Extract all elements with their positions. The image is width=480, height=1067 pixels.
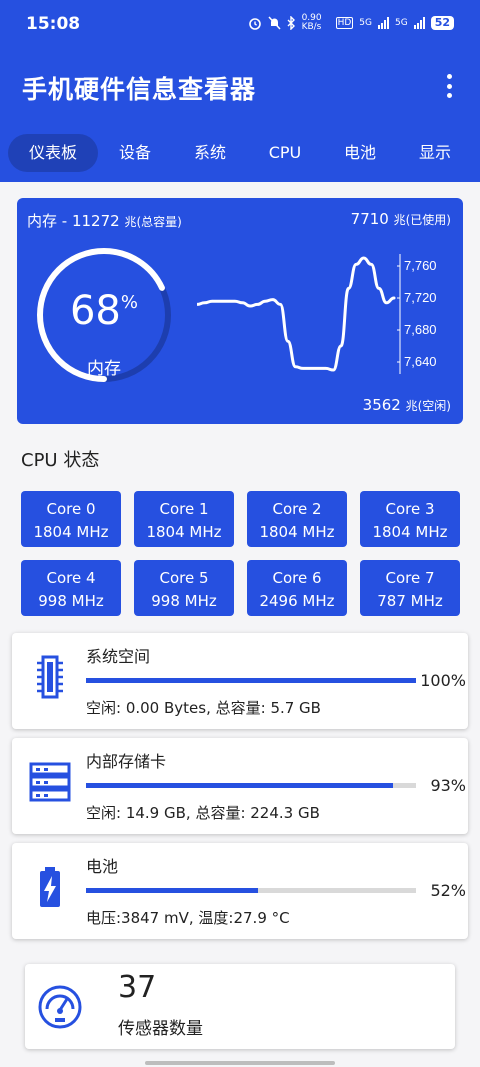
alarm-icon — [248, 18, 261, 30]
net-speed: 0.90 KB/s — [301, 13, 322, 32]
tab-dashboard[interactable]: 仪表板 — [8, 134, 98, 172]
tab-bar: 仪表板 设备 系统 CPU 电池 显示 — [0, 124, 480, 182]
mute-bell-icon — [268, 16, 281, 30]
memory-chart-tick-label: 7,680 — [404, 322, 437, 337]
battery-card[interactable]: 电池 52% 电压:3847 mV, 温度:27.9 °C — [12, 843, 468, 939]
tab-battery[interactable]: 电池 — [330, 134, 390, 172]
sensor-count-label: 传感器数量 — [118, 1019, 203, 1039]
more-options-icon[interactable] — [438, 72, 460, 100]
battery-charging-icon — [40, 867, 60, 907]
cpu-status-title: CPU 状态 — [21, 450, 100, 471]
ram-chip-icon — [37, 655, 63, 699]
memory-chart-tick-label: 7,640 — [404, 354, 437, 369]
memory-chart-tick-label: 7,760 — [404, 258, 437, 273]
app-bar: 手机硬件信息查看器 — [0, 48, 480, 124]
hd-badge: HD — [335, 17, 354, 29]
status-bar: 15:08 0.90 KB/s HD 5G 5G 52 — [0, 0, 480, 48]
cpu-core-5[interactable]: Core 5 998 MHz — [134, 560, 234, 616]
storage-detail: 空闲: 14.9 GB, 总容量: 224.3 GB — [86, 804, 320, 822]
home-indicator[interactable] — [145, 1061, 335, 1065]
cpu-core-3[interactable]: Core 3 1804 MHz — [360, 491, 460, 547]
storage-detail: 电压:3847 mV, 温度:27.9 °C — [86, 909, 290, 927]
cpu-core-7[interactable]: Core 7 787 MHz — [360, 560, 460, 616]
app-title: 手机硬件信息查看器 — [22, 75, 257, 104]
storage-detail: 空闲: 0.00 Bytes, 总容量: 5.7 GB — [86, 699, 321, 717]
memory-used: 7710 兆(已使用) — [350, 210, 451, 228]
storage-percent: 93% — [430, 776, 466, 795]
bluetooth-icon — [287, 16, 295, 30]
memory-usage-chart: 7,760 7,720 7,680 7,640 — [197, 254, 437, 374]
memory-card[interactable]: 内存 - 11272 兆(总容量) 7710 兆(已使用) 68% 内存 7,7… — [17, 198, 463, 424]
storage-name: 内部存储卡 — [86, 752, 167, 771]
status-icons: 0.90 KB/s HD 5G 5G 52 — [248, 14, 454, 32]
memory-chart-tick-label: 7,720 — [404, 290, 437, 305]
battery-icon: 52 — [430, 16, 454, 30]
memory-total: 内存 - 11272 兆(总容量) — [27, 212, 182, 230]
signal-icon — [377, 17, 389, 29]
cpu-core-2[interactable]: Core 2 1804 MHz — [247, 491, 347, 547]
signal-icon-2 — [413, 17, 425, 29]
server-rack-icon — [29, 762, 71, 802]
storage-progress-bar — [86, 783, 416, 788]
memory-percent: 68% — [69, 288, 138, 334]
sensor-gauge-icon — [38, 985, 82, 1029]
sensor-count-card[interactable]: 37 传感器数量 — [25, 964, 455, 1049]
storage-name: 电池 — [86, 857, 119, 876]
memory-gauge-label: 内存 — [87, 359, 121, 379]
cpu-core-0[interactable]: Core 0 1804 MHz — [21, 491, 121, 547]
sensor-count: 37 — [118, 970, 157, 1005]
memory-usage-line — [197, 256, 396, 372]
tab-system[interactable]: 系统 — [180, 134, 240, 172]
memory-free: 3562 兆(空闲) — [362, 396, 451, 414]
signal-label-1: 5G — [359, 18, 372, 28]
cpu-core-6[interactable]: Core 6 2496 MHz — [247, 560, 347, 616]
tab-display[interactable]: 显示 — [405, 134, 465, 172]
signal-label-2: 5G — [394, 18, 408, 28]
status-time: 15:08 — [26, 14, 81, 34]
storage-progress-bar — [86, 678, 416, 683]
cpu-core-4[interactable]: Core 4 998 MHz — [21, 560, 121, 616]
system-storage-card[interactable]: 系统空间 100% 空闲: 0.00 Bytes, 总容量: 5.7 GB — [12, 633, 468, 729]
storage-progress-bar — [86, 888, 416, 893]
internal-storage-card[interactable]: 内部存储卡 93% 空闲: 14.9 GB, 总容量: 224.3 GB — [12, 738, 468, 834]
cpu-core-1[interactable]: Core 1 1804 MHz — [134, 491, 234, 547]
tab-cpu[interactable]: CPU — [255, 134, 315, 172]
memory-gauge: 68% 内存 — [35, 246, 173, 384]
storage-name: 系统空间 — [86, 647, 151, 666]
tab-device[interactable]: 设备 — [105, 134, 165, 172]
storage-percent: 52% — [430, 881, 466, 900]
storage-percent: 100% — [420, 671, 466, 690]
